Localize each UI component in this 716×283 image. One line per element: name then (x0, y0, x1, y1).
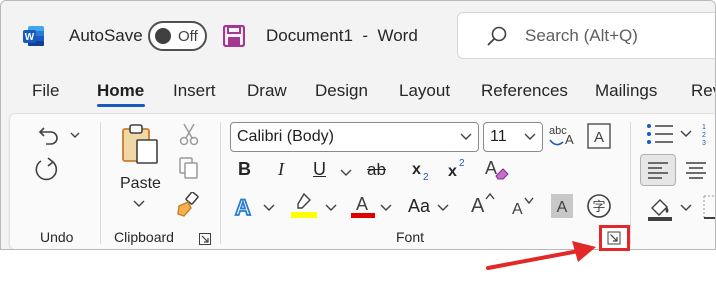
svg-text:字: 字 (592, 200, 605, 215)
search-placeholder: Search (Alt+Q) (525, 26, 638, 45)
svg-text:1: 1 (702, 124, 706, 131)
change-case-icon[interactable]: abc A (548, 120, 582, 154)
svg-text:x: x (412, 161, 421, 178)
svg-text:A: A (512, 201, 523, 218)
word-window: W AutoSave Off Document1 - Word Search (… (0, 0, 716, 250)
bullets-dropdown-icon[interactable] (680, 130, 692, 138)
borders-icon[interactable] (703, 194, 716, 220)
svg-text:3: 3 (702, 140, 706, 145)
svg-text:A: A (235, 195, 251, 220)
clipboard-dialog-launcher-icon[interactable] (199, 233, 211, 245)
redo-icon[interactable] (34, 155, 60, 183)
annotation-arrow-icon (486, 241, 596, 270)
svg-text:A: A (471, 195, 485, 217)
font-size-value: 11 (490, 128, 507, 145)
autosave-toggle[interactable]: Off (148, 21, 207, 51)
tab-file[interactable]: File (32, 81, 59, 101)
grow-font-icon[interactable]: A (470, 190, 496, 218)
group-label-font: Font (396, 229, 425, 245)
numbering-icon[interactable]: 1 2 3 (702, 121, 716, 145)
tab-layout[interactable]: Layout (399, 81, 450, 101)
font-launcher-highlight (599, 225, 630, 251)
tab-design[interactable]: Design (315, 81, 368, 101)
clear-formatting-icon[interactable]: A (587, 123, 611, 149)
group-separator (100, 122, 101, 244)
undo-icon[interactable] (36, 122, 80, 146)
enclose-characters-icon[interactable]: 字 (586, 193, 612, 219)
change-case-button[interactable]: Aa (408, 196, 430, 217)
copy-icon[interactable] (178, 156, 200, 180)
text-effects-eraser-icon[interactable]: A (483, 154, 511, 182)
save-icon[interactable] (223, 25, 245, 47)
underline-button[interactable]: U (313, 159, 326, 180)
search-box[interactable]: Search (Alt+Q) (457, 12, 715, 59)
subscript-icon[interactable]: x 2 (411, 158, 435, 182)
active-tab-indicator (97, 104, 145, 107)
text-effects-icon[interactable]: A (232, 193, 260, 221)
paste-icon[interactable] (121, 123, 161, 165)
svg-text:A: A (557, 199, 568, 216)
font-name-combobox[interactable]: Calibri (Body) (230, 122, 479, 152)
tab-mailings[interactable]: Mailings (595, 81, 657, 101)
svg-text:A: A (356, 194, 368, 214)
svg-text:W: W (25, 32, 35, 43)
align-left-button[interactable] (640, 154, 676, 186)
chevron-down-icon[interactable] (460, 131, 472, 143)
group-separator (220, 122, 221, 244)
svg-text:A: A (485, 158, 497, 178)
svg-text:A: A (565, 132, 574, 147)
group-label-undo: Undo (40, 229, 74, 245)
toggle-knob (155, 28, 171, 44)
shading-icon[interactable] (646, 194, 674, 222)
autosave-state: Off (178, 28, 198, 45)
tab-draw[interactable]: Draw (247, 81, 287, 101)
superscript-icon[interactable]: x 2 (447, 156, 471, 180)
svg-text:2: 2 (702, 132, 706, 139)
strikethrough-button[interactable]: ab (367, 160, 386, 180)
group-label-clipboard: Clipboard (114, 229, 174, 245)
ribbon-tabs: File Home Insert Draw Design Layout Refe… (1, 73, 715, 111)
format-painter-icon[interactable] (176, 192, 200, 218)
paste-label[interactable]: Paste (120, 175, 161, 193)
font-name-value: Calibri (Body) (237, 128, 334, 145)
paste-dropdown-icon[interactable] (133, 200, 145, 208)
group-separator (630, 122, 631, 244)
bold-button[interactable]: B (238, 159, 251, 180)
tab-review[interactable]: Rev (691, 81, 715, 101)
svg-text:A: A (594, 129, 604, 146)
align-center-icon[interactable] (684, 160, 708, 182)
word-logo-icon[interactable]: W (23, 25, 45, 47)
bullets-icon[interactable] (646, 123, 674, 145)
font-color-icon[interactable]: A (349, 192, 377, 220)
svg-text:x: x (448, 163, 457, 180)
change-case-dropdown-icon[interactable] (437, 204, 449, 212)
title-bar: W AutoSave Off Document1 - Word Search (… (1, 1, 715, 71)
align-left-icon (648, 162, 668, 179)
tab-insert[interactable]: Insert (173, 81, 216, 101)
highlight-color-icon[interactable] (290, 192, 320, 220)
autosave-label: AutoSave (69, 26, 143, 45)
underline-dropdown-icon[interactable] (340, 169, 352, 177)
shading-dropdown-icon[interactable] (680, 204, 692, 212)
font-dialog-launcher-highlight-icon[interactable] (602, 228, 627, 248)
document-title: Document1 - Word (266, 26, 418, 45)
character-shading-icon[interactable]: A (550, 193, 574, 219)
tab-home[interactable]: Home (97, 81, 144, 101)
italic-button[interactable]: I (278, 159, 284, 180)
search-icon (487, 26, 507, 46)
font-color-dropdown-icon[interactable] (380, 204, 392, 212)
highlight-dropdown-icon[interactable] (325, 204, 337, 212)
shrink-font-icon[interactable]: A (510, 192, 536, 220)
chevron-down-icon[interactable] (524, 131, 536, 143)
tab-references[interactable]: References (481, 81, 568, 101)
text-effects-dropdown-icon[interactable] (263, 204, 275, 212)
cut-icon[interactable] (179, 122, 199, 146)
svg-text:2: 2 (423, 172, 429, 182)
font-size-combobox[interactable]: 11 (483, 122, 543, 152)
svg-text:2: 2 (459, 158, 465, 169)
